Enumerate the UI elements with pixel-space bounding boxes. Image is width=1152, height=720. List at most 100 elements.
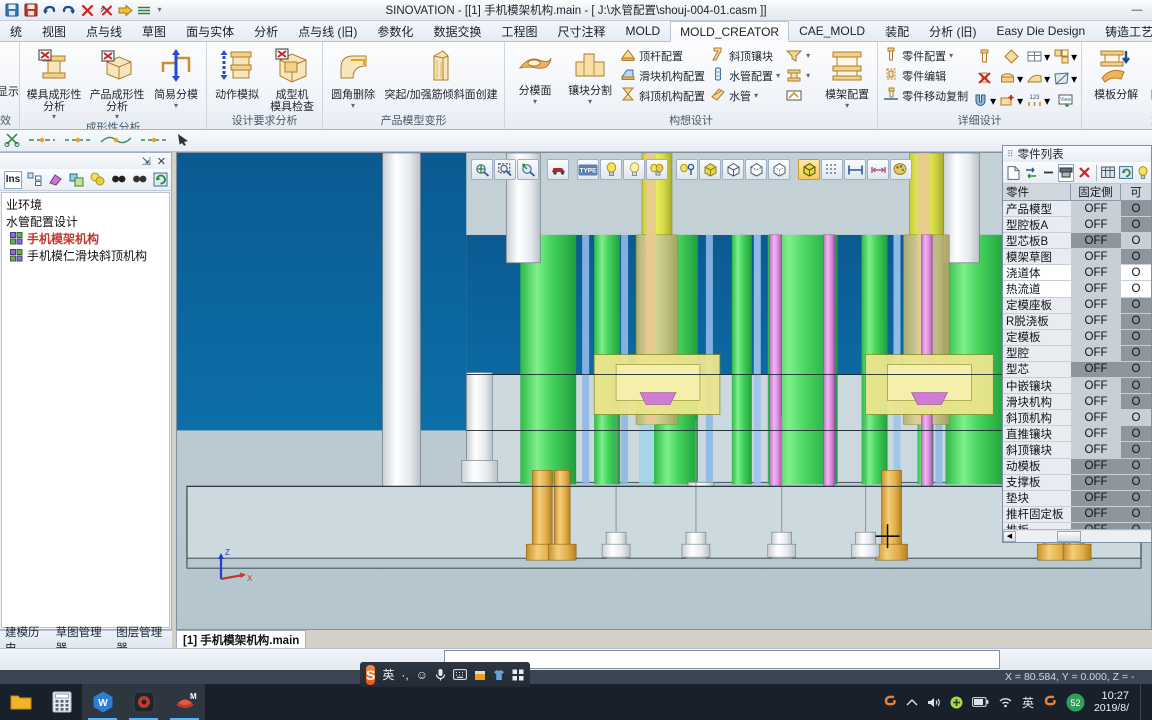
lifter-insert-button[interactable]: 斜顶镶块 xyxy=(708,46,782,65)
section-icon[interactable] xyxy=(844,159,866,180)
part-insert-icon[interactable] xyxy=(971,46,997,67)
table-row[interactable]: 热流道 OFF O xyxy=(1003,281,1151,298)
cell-fixed-side[interactable]: OFF xyxy=(1071,233,1121,249)
ime-voice-icon[interactable] xyxy=(435,668,446,681)
cell-part-name[interactable]: 滑块机构 xyxy=(1003,394,1071,410)
table-row[interactable]: 滑块机构 OFF O xyxy=(1003,394,1151,411)
hidden-dashed-icon[interactable] xyxy=(768,159,790,180)
cell-part-name[interactable]: 浇道体 xyxy=(1003,265,1071,281)
cell-part-name[interactable]: 定模板 xyxy=(1003,329,1071,345)
save-icon[interactable] xyxy=(3,2,20,19)
ejector-pin-config-button[interactable]: 顶杆配置 xyxy=(618,46,707,65)
parts-list-body[interactable]: 产品模型 OFF O 型腔板A OFF O 型芯板B OFF O 模架草图 OFF O 浇道体 OFF O 热… xyxy=(1003,201,1151,529)
ime-mode-tray[interactable]: 英 xyxy=(1022,694,1034,711)
minus-icon[interactable] xyxy=(1041,164,1056,182)
minimize-button[interactable]: — xyxy=(1122,0,1152,21)
measure-icon[interactable] xyxy=(867,159,889,180)
cell-visible[interactable]: O xyxy=(1121,249,1151,265)
table-row[interactable]: 垫块 OFF O xyxy=(1003,490,1151,507)
table-row[interactable]: 中嵌镶块 OFF O xyxy=(1003,378,1151,395)
sprue-tool-button[interactable]: ▾ xyxy=(783,66,815,85)
customize-dropdown-icon[interactable]: ▾ xyxy=(155,2,164,19)
table-insert-icon[interactable]: ▾ xyxy=(1025,46,1051,67)
light-direction-icon[interactable] xyxy=(676,159,698,180)
cell-part-name[interactable]: 直推镶块 xyxy=(1003,426,1071,442)
table-row[interactable]: 动模板 OFF O xyxy=(1003,458,1151,475)
taskbar-calculator[interactable] xyxy=(41,684,82,720)
table-row[interactable]: 斜顶镶块 OFF O xyxy=(1003,442,1151,459)
parting-surface-caret[interactable]: ▾ xyxy=(533,97,537,106)
taskbar-explorer[interactable] xyxy=(0,684,41,720)
feature-icon[interactable] xyxy=(46,171,64,189)
ribbon-tab-17[interactable]: 铸造工艺 xyxy=(1095,21,1152,41)
cell-part-name[interactable]: R脱浇板 xyxy=(1003,313,1071,329)
new-icon[interactable] xyxy=(1006,164,1021,182)
cell-visible[interactable]: O xyxy=(1121,313,1151,329)
tree-node-1[interactable]: 水管配置设计 xyxy=(4,213,169,230)
cell-fixed-side[interactable]: OFF xyxy=(1071,426,1121,442)
cell-visible[interactable]: O xyxy=(1121,378,1151,394)
cell-visible[interactable]: O xyxy=(1121,426,1151,442)
part-config-caret[interactable]: ▾ xyxy=(949,51,953,60)
cell-fixed-side[interactable]: OFF xyxy=(1071,217,1121,233)
table-row[interactable]: R脱浇板 OFF O xyxy=(1003,313,1151,330)
cell-visible[interactable]: O xyxy=(1121,345,1151,361)
table-row[interactable]: 直推镶块 OFF O xyxy=(1003,426,1151,443)
cell-part-name[interactable]: 产品模型 xyxy=(1003,201,1071,217)
cell-part-name[interactable]: 型芯板B xyxy=(1003,233,1071,249)
table-row[interactable]: 定模板 OFF O xyxy=(1003,329,1151,346)
ribbon-tab-10[interactable]: 尺寸注释 xyxy=(547,21,615,41)
slider-mechanism-config-button[interactable]: 滑块机构配置 xyxy=(618,66,707,85)
taskbar-clock[interactable]: 10:27 2019/8/ xyxy=(1094,690,1131,714)
cell-visible[interactable]: O xyxy=(1121,233,1151,249)
hole-machining-info-button[interactable]: 孔加工信息登录 xyxy=(1148,46,1152,65)
cell-fixed-side[interactable]: OFF xyxy=(1071,410,1121,426)
fillet-delete-caret[interactable]: ▾ xyxy=(351,101,355,110)
cell-part-name[interactable]: 型腔板A xyxy=(1003,217,1071,233)
cell-fixed-side[interactable]: OFF xyxy=(1071,265,1121,281)
scroll-thumb[interactable] xyxy=(1056,530,1081,542)
layers-icon[interactable] xyxy=(136,2,153,19)
column-header-name[interactable]: 零件 xyxy=(1003,184,1071,200)
cell-part-name[interactable]: 动模板 xyxy=(1003,458,1071,474)
redo-icon[interactable] xyxy=(60,2,77,19)
template-decompose-button[interactable]: 模板分解 xyxy=(1085,44,1147,102)
ribbon-tab-6[interactable]: 点与线 (旧) xyxy=(288,21,367,41)
show-desktop-button[interactable] xyxy=(1140,684,1146,720)
cell-fixed-side[interactable]: OFF xyxy=(1071,201,1121,217)
ribbon-tab-1[interactable]: 视图 xyxy=(32,21,76,41)
part-config-button[interactable]: 零件配置 ▾ xyxy=(881,46,970,65)
cooling-channel-config-button[interactable]: 水管配置 ▾ xyxy=(708,66,782,85)
cell-part-name[interactable]: 支撑板 xyxy=(1003,474,1071,490)
cell-fixed-side[interactable]: OFF xyxy=(1071,490,1121,506)
stack-add-icon[interactable]: ▾ xyxy=(998,90,1024,111)
ribbon-tab-2[interactable]: 点与线 xyxy=(76,21,132,41)
forward-arrow-icon[interactable] xyxy=(117,2,134,19)
cell-fixed-side[interactable]: OFF xyxy=(1071,345,1121,361)
shape-diamond-icon[interactable] xyxy=(998,46,1024,67)
machining-info-confirm-button[interactable]: 加工信息确认 xyxy=(1148,86,1152,105)
table-row[interactable]: 模架草图 OFF O xyxy=(1003,249,1151,266)
simple-parting-button[interactable]: 简易分模 ▾ xyxy=(149,44,203,110)
ribbon-tab-12[interactable]: MOLD_CREATOR xyxy=(670,21,790,42)
save-as-icon[interactable] xyxy=(22,2,39,19)
show-hidden-icons[interactable] xyxy=(906,698,918,707)
walkthrough-icon[interactable] xyxy=(547,159,569,180)
delete-icon[interactable] xyxy=(1076,164,1091,182)
part-move-copy-button[interactable]: 零件移动复制 xyxy=(881,86,970,105)
cell-part-name[interactable]: 定模座板 xyxy=(1003,297,1071,313)
view-icon[interactable]: View xyxy=(1052,90,1078,111)
cell-fixed-side[interactable]: OFF xyxy=(1071,281,1121,297)
cell-part-name[interactable]: 型芯 xyxy=(1003,361,1071,378)
motion-simulation-button[interactable]: 动作模拟 xyxy=(210,44,264,102)
cell-visible[interactable]: O xyxy=(1121,458,1151,474)
part-edit-button[interactable]: 零件编辑 xyxy=(881,66,970,85)
cell-part-name[interactable]: 垫块 xyxy=(1003,490,1071,506)
shaded-edges-icon[interactable] xyxy=(798,159,820,180)
cell-fixed-side[interactable]: OFF xyxy=(1071,313,1121,329)
table-row[interactable]: 推杆固定板 OFF O xyxy=(1003,506,1151,523)
cell-fixed-side[interactable]: OFF xyxy=(1071,297,1121,313)
ribbon-tab-15[interactable]: 分析 (旧) xyxy=(919,21,986,41)
ribbon-tab-9[interactable]: 工程图 xyxy=(491,21,547,41)
highlight-icon[interactable] xyxy=(88,171,106,189)
